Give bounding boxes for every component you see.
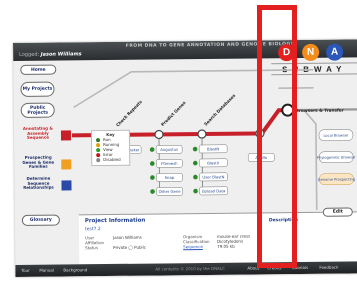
field-sequence-value: 79.05 kb [217,243,235,249]
svg-text:Phylogenetic Browser: Phylogenetic Browser [317,155,356,159]
line-square-blue[interactable] [61,180,72,191]
error-dot-icon [96,152,101,157]
footer-bar: Tour Manual Background All contents © 20… [15,261,357,277]
tool-phylogenetic-browser[interactable]: Phylogenetic Browser [317,151,356,163]
view-dot-icon [96,147,101,152]
svg-text:Augustus: Augustus [160,147,178,152]
edit-button[interactable]: Edit [322,207,353,217]
footer-tour[interactable]: Tour [21,268,29,273]
svg-text:Local Browser: Local Browser [323,133,349,137]
field-status-value[interactable]: Private ◯ Public [113,245,146,250]
svg-text:BlastN: BlastN [207,146,220,151]
label-predict-genes: Predict Genes [160,100,187,127]
line-square-red[interactable] [60,130,72,141]
svg-text:FGenesh: FGenesh [161,161,178,166]
svg-text:Genome Prospecting: Genome Prospecting [318,177,355,181]
tool-augustus[interactable]: Augustus [149,145,183,154]
public-projects-button[interactable]: Public Projects [20,102,55,118]
svg-text:Other Gene: Other Gene [159,189,182,194]
line-label-determine: Determine Sequence Relationships [23,175,54,191]
tool-upload-data[interactable]: Upload Data [193,186,228,196]
tool-blastn[interactable]: BlastN [192,144,228,154]
app-screenshot: FROM DNA TO GENE ANNOTATION AND GENOME B… [13,39,357,277]
highlight-rectangle [257,5,297,268]
tool-other-gene[interactable]: Other Gene [150,187,183,196]
footer-copyright: All contents © 2010 by the DNALC [155,265,225,272]
running-dot-icon [96,142,101,147]
svg-text:BlastX: BlastX [207,160,220,165]
project-info-title: Project Information [84,217,146,225]
tool-local-browser[interactable]: Local Browser [318,129,354,141]
label-check-repeats: Check Repeats [115,99,143,128]
field-sequence-label[interactable]: Sequence [183,244,203,249]
tool-blastx[interactable]: BlastX [192,158,228,168]
tool-genome-prospecting[interactable]: Genome Prospecting [318,173,355,185]
svg-text:User BlastN: User BlastN [202,174,224,179]
tool-snap[interactable]: Snap [150,173,183,182]
label-search-databases: Search Databases [203,92,237,126]
home-button[interactable]: Home [20,64,57,75]
footer-background[interactable]: Background [63,267,87,272]
field-user-value: Jason Williams [113,234,142,240]
footer-feedback[interactable]: Feedback [319,265,338,270]
disabled-dot-icon [96,157,101,162]
tool-fgenesh[interactable]: FGenesh [149,159,183,168]
field-status-label: Status [85,245,98,251]
glossary-button[interactable]: Glossary [21,214,60,226]
svg-text:Snap: Snap [165,175,175,180]
line-square-yellow[interactable] [61,159,72,170]
line-label-annotating: Annotating & Assembly Sequence [22,125,53,141]
station-search-databases[interactable] [197,129,207,139]
my-projects-button[interactable]: My Projects [20,81,55,97]
project-info-panel: Edit Project Information test7.2 Descrip… [78,207,357,265]
grey-branch-right [303,109,318,210]
run-dot-icon [95,137,101,142]
svg-text:Upload Data: Upload Data [202,188,226,193]
footer-manual[interactable]: Manual [39,268,54,273]
status-key: Key Run Running View Error Disabled [90,129,131,167]
line-label-prospecting: Prospecting Genes & Gene Families [22,154,55,170]
label-browsers-transfer: Browsers & Transfer [296,108,345,114]
project-name: test7.2 [84,227,101,233]
station-predict-genes[interactable] [154,129,164,140]
tool-user-blastn[interactable]: User BlastN [193,172,228,182]
key-item-disabled: Disabled [92,157,129,162]
